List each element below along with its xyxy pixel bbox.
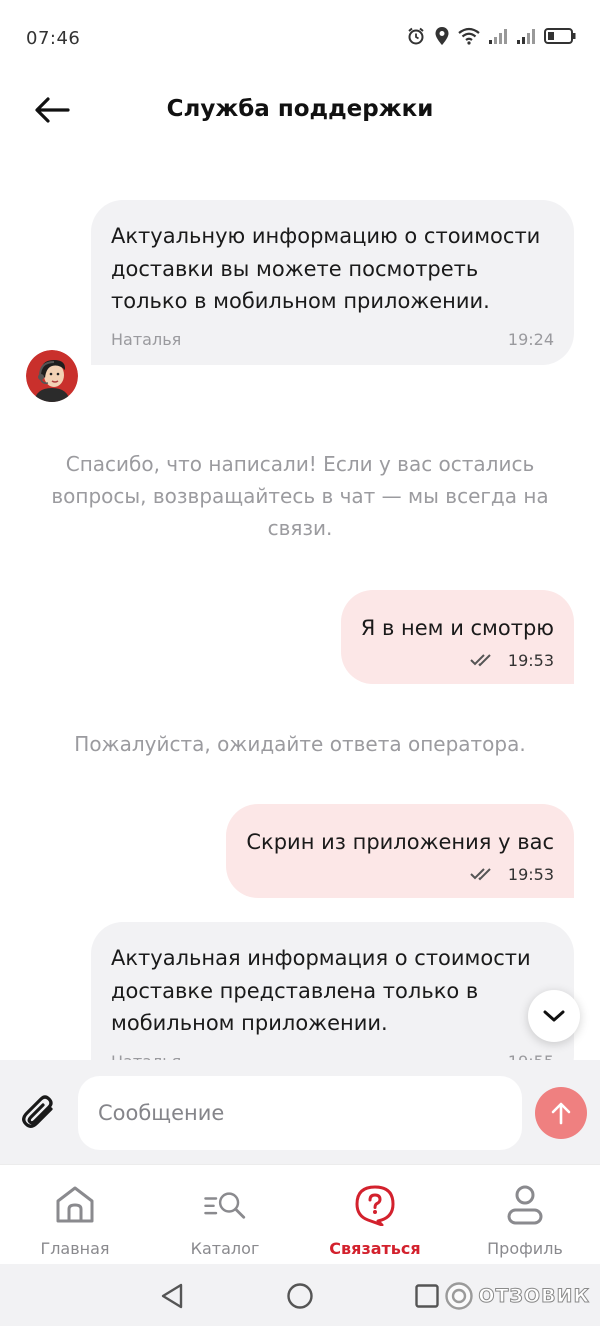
message-composer xyxy=(0,1060,600,1164)
message-text: Актуальная информация о стоимости достав… xyxy=(111,946,531,1035)
alarm-icon xyxy=(408,27,424,45)
incoming-message: Актуальная информация о стоимости достав… xyxy=(91,922,574,1060)
system-recents-button[interactable] xyxy=(411,1280,443,1312)
outgoing-message: Я в нем и смотрю 19:53 xyxy=(340,590,574,684)
message-input[interactable] xyxy=(78,1076,522,1150)
nav-item-contact[interactable]: Связаться xyxy=(300,1165,450,1264)
message-text: Актуальную информацию о стоимости достав… xyxy=(111,224,541,313)
attach-button[interactable] xyxy=(16,1090,62,1136)
send-button[interactable] xyxy=(535,1087,587,1139)
watermark-logo-icon xyxy=(445,1282,474,1310)
chevron-down-icon xyxy=(543,1010,565,1022)
nav-label: Главная xyxy=(40,1239,110,1258)
home-icon xyxy=(53,1183,97,1227)
user-icon xyxy=(503,1183,547,1227)
nav-label: Каталог xyxy=(190,1239,260,1258)
operator-avatar xyxy=(26,350,78,402)
message-time: 19:53 xyxy=(507,650,554,670)
nav-item-profile[interactable]: Профиль xyxy=(450,1165,600,1264)
message-text: Скрин из приложения у вас xyxy=(246,830,554,854)
catalog-search-icon xyxy=(203,1183,247,1227)
watermark: ОТЗОВИК xyxy=(444,1281,590,1311)
square-recents-icon xyxy=(415,1284,439,1308)
double-check-icon xyxy=(470,654,491,667)
status-time: 07:46 xyxy=(26,28,81,49)
battery-icon xyxy=(544,28,576,44)
system-message: Спасибо, что написали! Если у вас остали… xyxy=(51,452,549,540)
signal-icon xyxy=(517,29,535,44)
nav-item-home[interactable]: Главная xyxy=(0,1165,150,1264)
bottom-nav: Главная Каталог Связаться Профиль xyxy=(0,1164,600,1264)
double-check-icon xyxy=(470,868,491,881)
triangle-back-icon xyxy=(161,1283,183,1309)
message-time: 19:53 xyxy=(507,864,554,884)
message-time: 19:55 xyxy=(508,1052,554,1061)
wifi-icon xyxy=(458,27,480,45)
app-header: Служба поддержки xyxy=(0,76,600,146)
message-text: Я в нем и смотрю xyxy=(360,616,554,640)
message-author: Наталья xyxy=(111,1052,181,1061)
paperclip-icon xyxy=(22,1095,53,1128)
nav-label: Профиль xyxy=(487,1239,563,1258)
system-back-button[interactable] xyxy=(156,1280,188,1312)
message-time: 19:24 xyxy=(507,329,554,349)
question-chat-icon xyxy=(353,1183,397,1227)
location-icon xyxy=(435,27,449,45)
page-title: Служба поддержки xyxy=(166,96,434,122)
nav-item-catalog[interactable]: Каталог xyxy=(150,1165,300,1264)
arrow-up-icon xyxy=(551,1102,571,1125)
message-author: Наталья xyxy=(111,329,182,349)
outgoing-message: Скрин из приложения у вас 19:53 xyxy=(226,804,574,898)
incoming-message: Актуальную информацию о стоимости достав… xyxy=(91,200,574,365)
status-icons xyxy=(406,26,576,46)
signal-icon xyxy=(489,29,507,44)
circle-home-icon xyxy=(287,1283,313,1309)
system-message: Пожалуйста, ожидайте ответа оператора. xyxy=(74,732,526,756)
nav-label: Связаться xyxy=(329,1239,421,1258)
watermark-text: ОТЗОВИК xyxy=(478,1285,590,1308)
status-bar: 07:46 xyxy=(0,0,600,76)
operator-avatar-icon xyxy=(26,350,78,402)
system-home-button[interactable] xyxy=(284,1280,316,1312)
scroll-down-button[interactable] xyxy=(528,990,580,1042)
chat-area[interactable]: Актуальную информацию о стоимости достав… xyxy=(0,146,600,1060)
